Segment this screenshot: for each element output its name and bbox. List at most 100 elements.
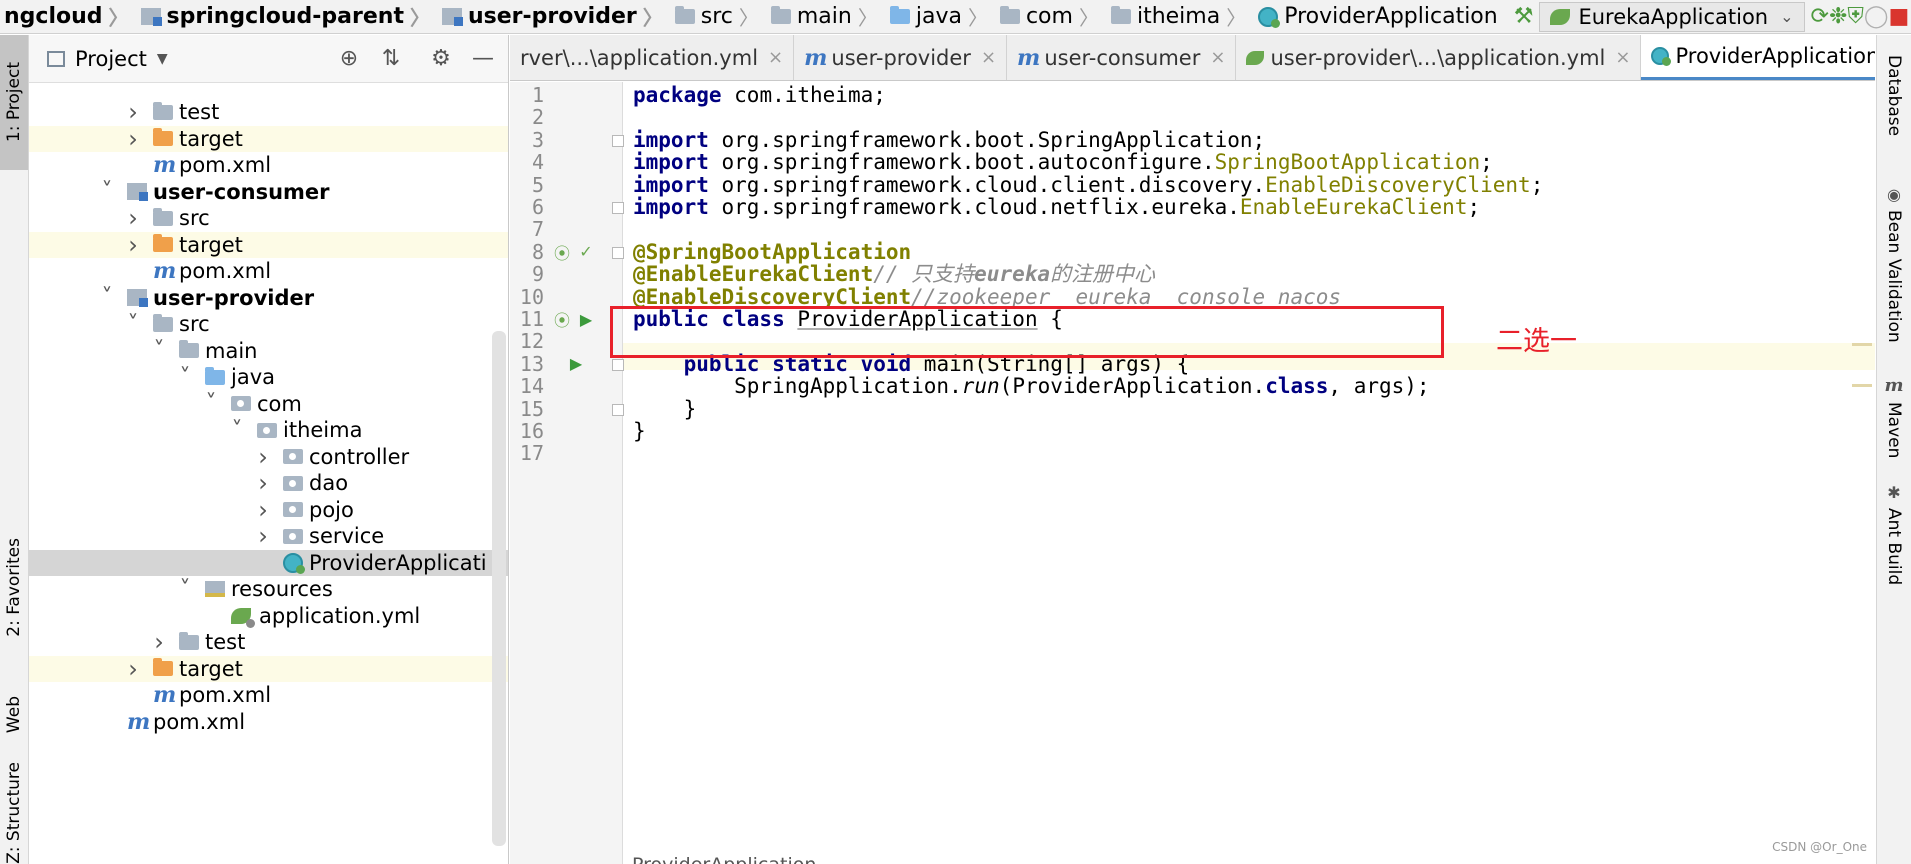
tree-node[interactable]: › target [29,125,508,153]
profiler-icon[interactable]: ◯ [1864,0,1889,33]
chevron-right-icon[interactable]: › [123,204,143,232]
breadcrumb-item[interactable]: user-provider 〉 [438,0,671,33]
tree-node[interactable]: › src [29,204,508,232]
chevron-right-icon[interactable]: › [123,98,143,126]
package-icon [231,396,251,412]
chevron-down-icon[interactable]: ˅ [201,391,221,416]
minimize-icon[interactable]: — [464,39,502,79]
tool-tab-ant-build[interactable]: ✱ Ant Build [1877,483,1911,585]
chevron-down-icon[interactable]: ˅ [149,338,169,363]
chevron-right-icon[interactable]: › [253,496,273,524]
tree-node-label: target [179,656,243,681]
tool-tab-web[interactable]: Web [0,675,28,755]
fold-marker-icon[interactable] [612,246,624,259]
chevron-right-icon[interactable]: › [253,522,273,550]
editor-tab[interactable]: ProviderApplication.java× [1641,35,1875,80]
editor-tab[interactable]: m user-provider × [794,35,1008,80]
tool-tab-structure[interactable]: Z: Structure [0,762,28,864]
chevron-right-icon[interactable]: › [123,655,143,683]
tree-node[interactable]: › test [29,628,508,656]
run-icon[interactable]: ▶ [576,309,596,329]
chevron-right-icon[interactable]: › [123,231,143,259]
breadcrumb-item[interactable]: itheima 〉 [1107,0,1254,33]
breadcrumb-item[interactable]: springcloud-parent 〉 [137,0,438,33]
tree-node[interactable]: ›mpom.xml [29,682,508,709]
code-token: org.springframework.boot.autoconfigure. [721,150,1215,175]
tree-node[interactable]: ›mpom.xml [29,709,508,736]
tree-node[interactable]: › controller [29,443,508,471]
chevron-down-icon[interactable]: ˅ [97,285,117,310]
tool-tab-database[interactable]: Database [1877,55,1911,136]
locate-crosshair-icon[interactable]: ⊕ [330,39,368,79]
tool-tab-favorites[interactable]: 2: Favorites [0,505,28,670]
editor-tab[interactable]: rver\...\application.yml × [510,35,795,80]
spring-bean-icon[interactable]: ⦿ [552,242,572,263]
tree-node[interactable]: ˅ resources [29,576,508,603]
editor-tab[interactable]: m user-consumer × [1007,35,1237,80]
project-view-selector[interactable]: Project [75,47,147,71]
tree-node[interactable]: ˅ itheima [29,417,508,444]
chevron-down-icon[interactable]: ˅ [123,312,143,337]
tool-tab-maven[interactable]: m Maven [1877,375,1911,458]
tree-node[interactable]: ›ProviderApplicati [29,549,508,576]
fold-marker-icon[interactable] [612,202,624,214]
chevron-right-icon[interactable]: › [253,469,273,497]
project-tree-scrollbar[interactable] [492,331,506,846]
tree-node[interactable]: › target [29,655,508,683]
breadcrumb-item[interactable]: src 〉 [671,0,767,33]
chevron-down-icon[interactable]: ˅ [175,577,195,602]
run-configuration-selector[interactable]: EurekaApplication ⌄ [1539,1,1805,32]
tree-node-label: src [179,206,210,231]
tree-node[interactable]: ˅ com [29,391,508,418]
chevron-right-icon[interactable]: › [253,443,273,471]
tree-node[interactable]: ˅ main [29,338,508,365]
folder-icon [153,313,173,332]
fold-marker-icon[interactable] [612,134,624,147]
spring-bean-icon[interactable]: ⦿ [552,309,572,330]
close-icon[interactable]: × [768,47,783,68]
tree-node[interactable]: ˅ src [29,311,508,338]
editor-structure-breadcrumb[interactable]: ProviderApplication [632,854,816,864]
editor-tab[interactable]: user-provider\...\application.yml × [1236,35,1642,80]
tree-node[interactable]: › pojo [29,496,508,524]
tree-node[interactable]: ›application.yml [29,603,508,630]
chevron-down-icon[interactable]: ˅ [175,365,195,390]
tree-node[interactable]: ˅ user-consumer [29,179,508,206]
close-icon[interactable]: × [1615,47,1630,68]
close-icon[interactable]: × [981,47,996,68]
breadcrumb-item[interactable]: ProviderApplication [1254,0,1502,33]
chevron-right-icon[interactable]: › [149,628,169,656]
rerun-icon[interactable]: ⟳ [1811,0,1829,33]
breadcrumb-item[interactable]: com 〉 [996,0,1107,33]
run-with-coverage-icon[interactable]: ⛨ [1847,0,1864,33]
right-tool-window-strip: Database ◉ Bean Validation m Maven ✱ Ant… [1876,35,1911,864]
tree-node[interactable]: ›mpom.xml [29,152,508,179]
gear-icon[interactable]: ⚙ [422,39,460,79]
collapse-all-icon[interactable]: ⇅ [372,39,410,79]
chevron-right-icon[interactable]: › [123,125,143,153]
breadcrumb-item[interactable]: main 〉 [767,0,886,33]
chevron-down-icon[interactable]: ▼ [157,51,168,67]
tree-node[interactable]: › service [29,522,508,550]
tree-node[interactable]: ˅ java [29,364,508,391]
tree-node[interactable]: › dao [29,469,508,497]
debug-bug-icon[interactable]: ❉ [1829,0,1847,33]
tree-node[interactable]: › test [29,98,508,126]
breadcrumb-item[interactable]: ngcloud 〉 [0,0,137,33]
fold-marker-icon[interactable] [612,403,624,416]
fold-marker-icon[interactable] [612,358,624,371]
build-hammer-icon[interactable]: ⚒ [1514,0,1534,33]
chevron-down-icon[interactable]: ˅ [227,418,247,443]
tool-tab-project[interactable]: 1: Project [0,35,28,170]
chevron-down-icon[interactable]: ˅ [97,179,117,204]
tree-node[interactable]: › target [29,231,508,259]
spring-config-icon[interactable]: ✓ [576,242,596,262]
close-icon[interactable]: × [1210,47,1225,68]
stop-icon[interactable]: ■ [1889,0,1910,33]
tree-node[interactable]: ˅ user-provider [29,285,508,312]
run-icon[interactable]: ▶ [566,354,586,374]
tool-tab-bean-validation[interactable]: ◉ Bean Validation [1877,185,1911,343]
code-editor[interactable]: 1 2 3 4 5 6 7 8 9 10 11 12 13 14 15 16 17 ⦿ ✓ ⦿ ▶ ▶ package c… [510,82,1875,864]
breadcrumb-item[interactable]: java 〉 [886,0,996,33]
tree-node[interactable]: ›mpom.xml [29,258,508,285]
